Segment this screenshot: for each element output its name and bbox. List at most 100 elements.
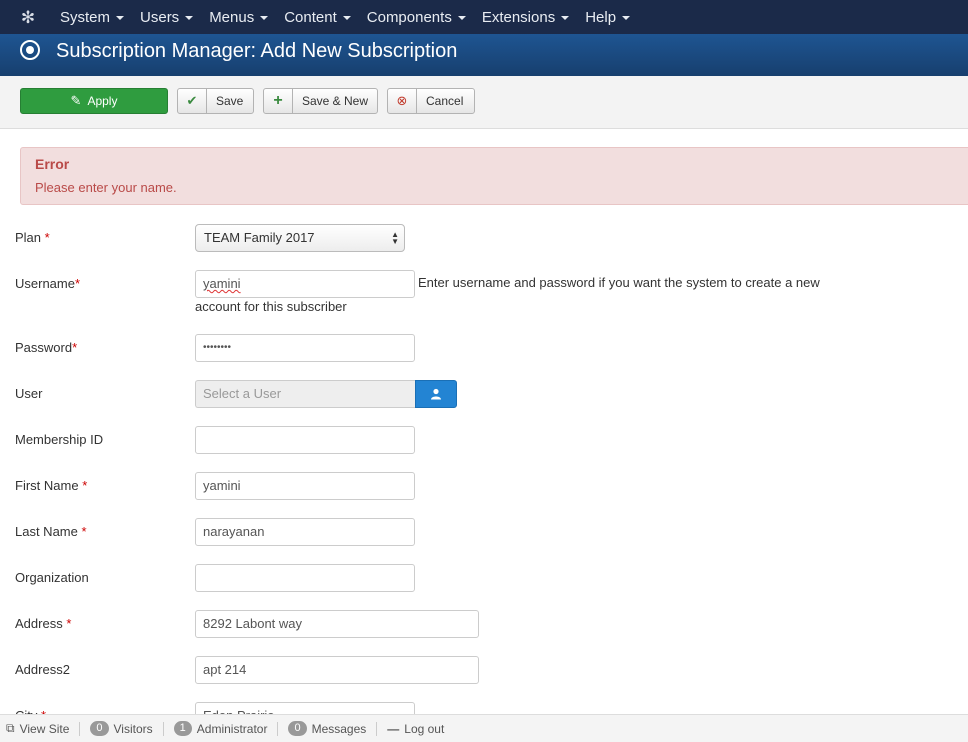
target-icon	[20, 40, 40, 60]
label-text: Plan	[15, 230, 42, 245]
user-icon	[431, 388, 441, 400]
view-site-link[interactable]: ⧉ View Site	[0, 721, 81, 736]
membership-id-input[interactable]	[195, 426, 415, 454]
username-help-line1: Enter username and password if you want …	[418, 275, 820, 290]
required-mark: *	[72, 340, 78, 355]
toolbar: ✎ Apply ✔ Save + Save & New ⊗ Cancel	[0, 76, 968, 129]
menu-label: Extensions	[481, 9, 556, 26]
password-label: Password*	[15, 340, 77, 355]
menu-extensions[interactable]: Extensions	[474, 0, 577, 34]
menu-users[interactable]: Users	[132, 0, 201, 34]
user-placeholder: Select a User	[203, 386, 282, 401]
messages-status[interactable]: 0 Messages	[278, 721, 378, 736]
username-label: Username*	[15, 276, 80, 291]
status-bar: ⧉ View Site 0 Visitors 1 Administrator 0 Mes…	[0, 714, 968, 742]
plan-value: TEAM Family 2017	[204, 230, 315, 245]
caret-down-icon	[342, 16, 351, 21]
menu-label: Components	[366, 9, 452, 26]
messages-badge: 0	[288, 721, 307, 736]
plan-select[interactable]: TEAM Family 2017 ▲ ▼	[195, 224, 405, 252]
password-input[interactable]: ••••••••	[195, 334, 415, 362]
admin-label: Administrator	[196, 721, 268, 736]
logout-link[interactable]: — Log out	[377, 722, 454, 736]
required-mark: *	[82, 478, 88, 493]
menu-label: Users	[140, 9, 180, 26]
minus-icon: —	[387, 721, 400, 736]
address-label: Address *	[15, 616, 71, 631]
caret-down-icon	[185, 16, 194, 21]
cancel-circle-icon: ⊗	[388, 89, 417, 113]
menu-label: Content	[284, 9, 337, 26]
menu-components[interactable]: Components	[359, 0, 474, 34]
address-input[interactable]: 8292 Labont way	[195, 610, 479, 638]
organization-input[interactable]	[195, 564, 415, 592]
username-input[interactable]: yamini	[195, 270, 415, 298]
page-title: Subscription Manager: Add New Subscripti…	[56, 40, 458, 62]
first-name-label: First Name *	[15, 478, 87, 493]
cancel-label: Cancel	[426, 94, 464, 108]
address2-input[interactable]: apt 214	[195, 656, 479, 684]
caret-down-icon	[260, 16, 269, 21]
address-value: 8292 Labont way	[203, 616, 303, 631]
label-text: Username	[15, 276, 75, 291]
select-arrows-icon: ▲ ▼	[391, 230, 399, 246]
first-name-input[interactable]: yamini	[195, 472, 415, 500]
alert-heading: Error	[35, 156, 70, 172]
apply-label: Apply	[87, 94, 118, 108]
main-menu: System Users Menus Content Components Ex…	[52, 0, 638, 34]
menu-help[interactable]: Help	[577, 0, 638, 34]
required-mark: *	[66, 616, 72, 631]
external-link-icon: ⧉	[6, 721, 15, 735]
select-user-button[interactable]	[415, 380, 457, 408]
first-name-value: yamini	[203, 478, 241, 493]
plan-label: Plan *	[15, 230, 50, 245]
menu-label: Help	[585, 9, 617, 26]
messages-label: Messages	[311, 721, 367, 736]
plus-icon: +	[264, 89, 293, 113]
logout-label: Log out	[404, 721, 445, 736]
caret-down-icon	[116, 16, 125, 21]
required-mark: *	[74, 276, 81, 291]
menu-label: System	[60, 9, 111, 26]
save-button[interactable]: ✔ Save	[177, 88, 254, 114]
view-site-label: View Site	[19, 721, 70, 736]
password-value: ••••••••	[203, 342, 232, 353]
joomla-logo-icon[interactable]: ✻	[18, 8, 38, 28]
visitors-badge: 0	[90, 721, 109, 736]
top-navbar: ✻ System Users Menus Content Components …	[0, 0, 968, 34]
menu-menus[interactable]: Menus	[201, 0, 276, 34]
save-and-new-label: Save & New	[301, 94, 368, 108]
menu-system[interactable]: System	[52, 0, 132, 34]
admin-badge: 1	[173, 721, 192, 736]
label-text: First Name	[15, 478, 79, 493]
last-name-input[interactable]: narayanan	[195, 518, 415, 546]
user-label: User	[15, 386, 43, 401]
label-text: Last Name	[15, 524, 78, 539]
visitors-label: Visitors	[113, 721, 153, 736]
cancel-button[interactable]: ⊗ Cancel	[387, 88, 475, 114]
last-name-value: narayanan	[203, 524, 265, 539]
last-name-label: Last Name *	[15, 524, 87, 539]
alert-message: Please enter your name.	[35, 180, 177, 195]
title-bar: Subscription Manager: Add New Subscripti…	[0, 34, 968, 76]
address2-value: apt 214	[203, 662, 247, 677]
caret-down-icon	[622, 16, 631, 21]
visitors-status[interactable]: 0 Visitors	[80, 721, 164, 736]
user-select-field[interactable]: Select a User	[195, 380, 415, 408]
caret-down-icon	[457, 16, 466, 21]
caret-down-icon	[561, 16, 570, 21]
error-alert: Error Please enter your name.	[20, 147, 968, 205]
username-value: yamini	[203, 276, 241, 291]
label-text: Address	[15, 616, 63, 631]
menu-content[interactable]: Content	[276, 0, 359, 34]
administrator-status[interactable]: 1 Administrator	[164, 721, 279, 736]
save-label: Save	[216, 94, 244, 108]
label-text: Password	[15, 340, 73, 355]
required-mark: *	[44, 230, 50, 245]
check-icon: ✔	[178, 89, 207, 113]
edit-icon: ✎	[70, 93, 82, 108]
username-help-line2: account for this subscriber	[195, 299, 347, 314]
save-and-new-button[interactable]: + Save & New	[263, 88, 378, 114]
organization-label: Organization	[15, 570, 89, 585]
apply-button[interactable]: ✎ Apply	[20, 88, 168, 114]
